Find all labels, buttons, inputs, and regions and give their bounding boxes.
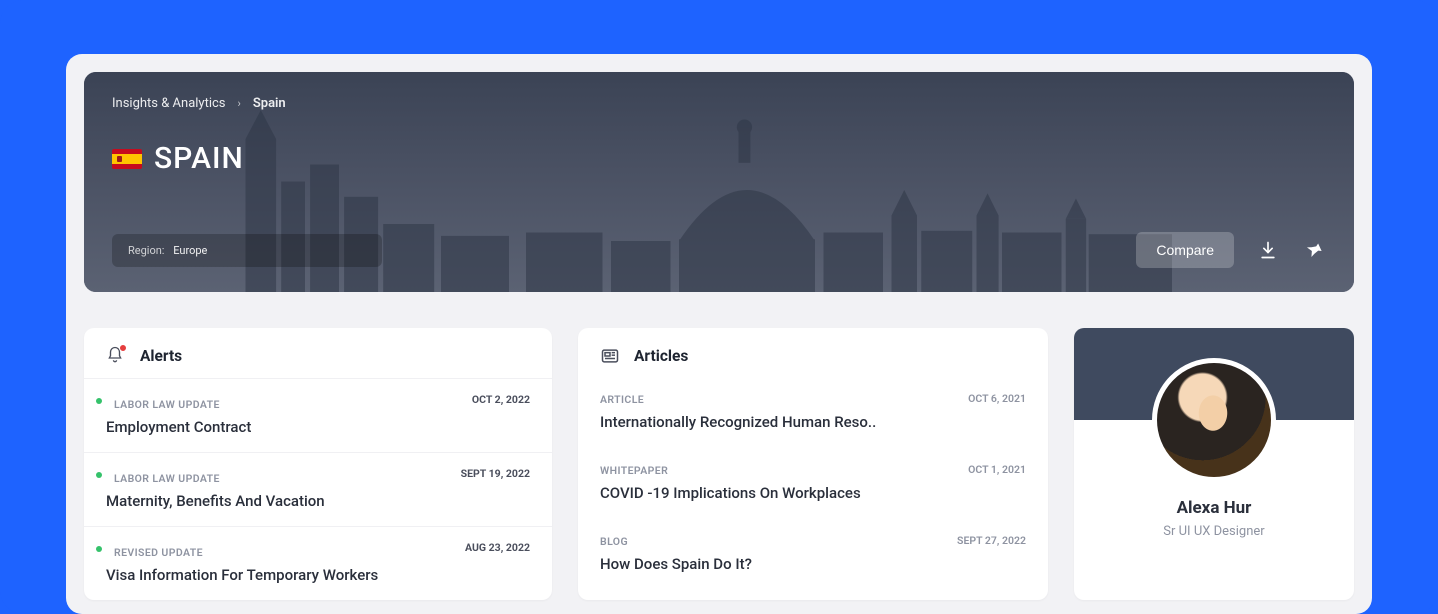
alert-item[interactable]: LABOR LAW UPDATE OCT 2, 2022 Employment … [84,378,552,452]
article-item[interactable]: ARTICLE OCT 6, 2021 Internationally Reco… [578,378,1048,449]
alert-item[interactable]: LABOR LAW UPDATE SEPT 19, 2022 Maternity… [84,452,552,526]
avatar[interactable] [1152,358,1276,482]
page-title: SPAIN [154,141,244,176]
article-title: Internationally Recognized Human Reso.. [600,413,1026,431]
pin-button[interactable] [1302,238,1326,262]
article-title: How Does Spain Do It? [600,555,1026,573]
dot-icon [96,398,102,404]
alert-category: REVISED UPDATE [114,546,203,559]
flag-spain-icon [112,149,142,169]
articles-card: Articles ARTICLE OCT 6, 2021 Internation… [578,328,1048,600]
articles-heading: Articles [634,347,688,365]
article-category: ARTICLE [600,393,644,406]
breadcrumb: Insights & Analytics › Spain [112,96,1326,111]
region-selector[interactable]: Region: Europe [112,234,382,267]
article-date: OCT 6, 2021 [968,392,1026,405]
breadcrumb-root[interactable]: Insights & Analytics [112,96,226,111]
pin-icon [1304,240,1324,260]
alert-title: Visa Information For Temporary Workers [106,566,530,584]
alert-title: Employment Contract [106,418,530,436]
region-value: Europe [173,244,207,257]
article-item[interactable]: BLOG SEPT 27, 2022 How Does Spain Do It? [578,520,1048,591]
article-category: BLOG [600,535,628,548]
bell-icon [106,346,126,366]
alert-category: LABOR LAW UPDATE [114,472,220,485]
alert-date: OCT 2, 2022 [472,393,530,406]
profile-name: Alexa Hur [1177,498,1252,518]
alert-title: Maternity, Benefits And Vacation [106,492,530,510]
alerts-heading: Alerts [140,347,182,365]
country-hero: Insights & Analytics › Spain SPAIN Regio… [84,72,1354,292]
dot-icon [96,546,102,552]
chevron-right-icon: › [238,97,241,110]
alert-item[interactable]: REVISED UPDATE AUG 23, 2022 Visa Informa… [84,526,552,600]
download-icon [1258,240,1278,260]
profile-card: Alexa Hur Sr UI UX Designer [1074,328,1354,600]
alert-category: LABOR LAW UPDATE [114,398,220,411]
article-item[interactable]: WHITEPAPER OCT 1, 2021 COVID -19 Implica… [578,449,1048,520]
region-label: Region: [128,244,164,257]
download-button[interactable] [1256,238,1280,262]
breadcrumb-current: Spain [253,96,286,111]
alerts-card: Alerts LABOR LAW UPDATE OCT 2, 2022 Empl… [84,328,552,600]
article-date: OCT 1, 2021 [968,463,1026,476]
news-icon [600,346,620,366]
article-date: SEPT 27, 2022 [957,534,1026,547]
dot-icon [96,472,102,478]
article-title: COVID -19 Implications On Workplaces [600,484,1026,502]
alert-date: SEPT 19, 2022 [461,467,530,480]
compare-button[interactable]: Compare [1136,232,1234,268]
article-category: WHITEPAPER [600,464,668,477]
profile-role: Sr UI UX Designer [1163,524,1264,539]
alert-date: AUG 23, 2022 [465,541,530,554]
